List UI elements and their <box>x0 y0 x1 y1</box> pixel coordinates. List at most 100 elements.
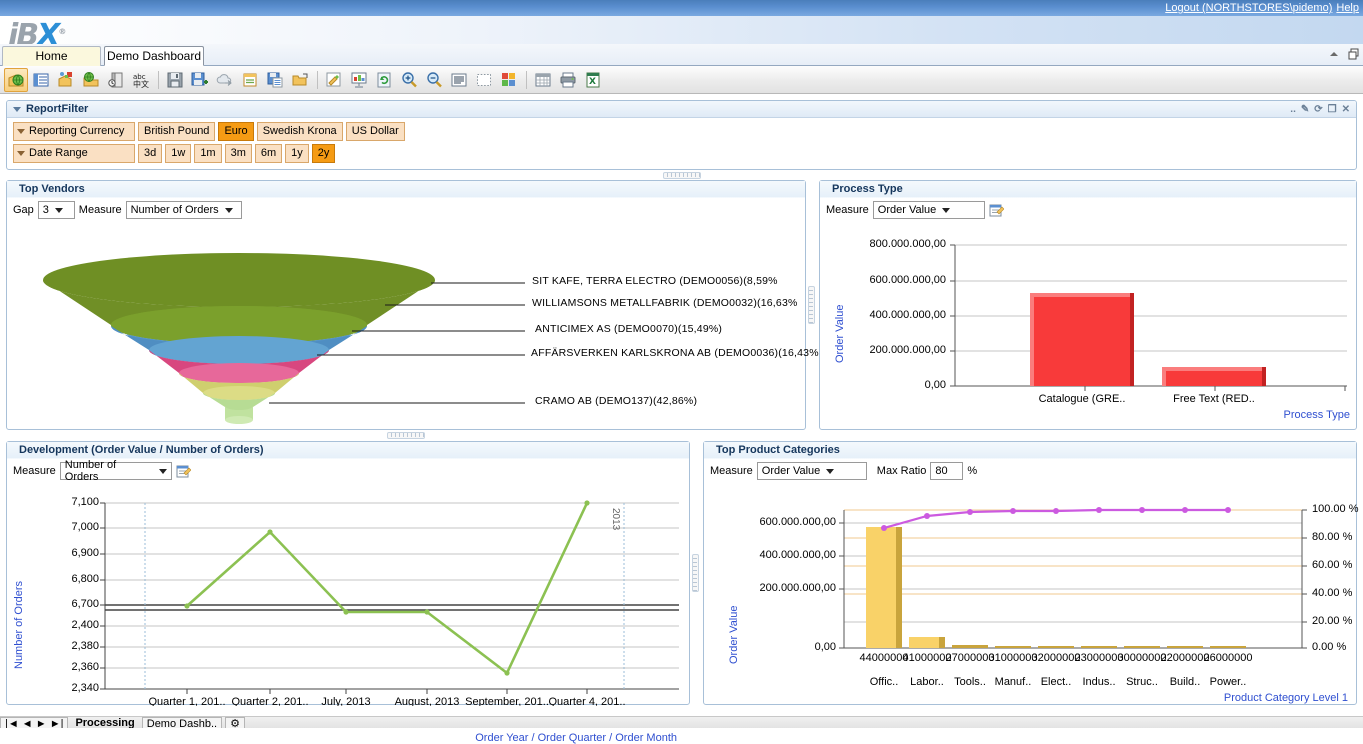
report-filter-title: ReportFilter <box>26 103 89 115</box>
collapse-icon[interactable] <box>1327 47 1341 61</box>
splitter-horizontal-top[interactable] <box>6 172 1357 179</box>
top-product-categories-title: Top Product Categories <box>716 444 840 456</box>
currency-option-british-pound[interactable]: British Pound <box>138 122 216 141</box>
development-ytick-5: 2,400 <box>71 619 99 631</box>
open-folder-icon[interactable] <box>288 68 312 92</box>
currency-option-euro[interactable]: Euro <box>218 122 254 141</box>
measure-label: Measure <box>710 465 753 477</box>
date-range-option-6m[interactable]: 6m <box>254 144 283 163</box>
dots-icon[interactable]: .. <box>1290 104 1296 115</box>
chevron-down-icon[interactable] <box>13 106 21 112</box>
chevron-down-icon[interactable] <box>17 129 25 134</box>
gap-label: Gap <box>13 204 34 216</box>
measure-value: Number of Orders <box>130 204 219 216</box>
filter-label-reporting-currency[interactable]: Reporting Currency <box>13 122 135 141</box>
measure-select-development[interactable]: Number of Orders <box>59 459 172 483</box>
development-header: Development (Order Value / Number of Ord… <box>7 442 689 459</box>
top-vendors-funnel-chart: SIT KAFE, TERRA ELECTRO (DEMO0056)(8,59%… <box>7 225 819 429</box>
translate-abc-icon[interactable]: abc 中文 <box>129 68 153 92</box>
status-field[interactable]: Demo Dashb.. <box>141 717 223 728</box>
date-range-option-1y[interactable]: 1y <box>285 144 309 163</box>
gap-select[interactable]: 3 <box>37 201 75 219</box>
filter-label-date-range[interactable]: Date Range <box>13 144 135 163</box>
nav-pager[interactable]: |◄ ◄ ► ►| <box>0 717 69 728</box>
list-report-icon[interactable] <box>29 68 53 92</box>
export-excel-icon[interactable]: X <box>581 68 605 92</box>
status-icon-button[interactable]: ⚙ <box>225 717 245 728</box>
history-book-icon[interactable] <box>104 68 128 92</box>
currency-option-swedish-krona[interactable]: Swedish Krona <box>256 122 343 141</box>
tab-demo-dashboard[interactable]: Demo Dashboard <box>104 46 204 66</box>
currency-option-us-dollar[interactable]: US Dollar <box>345 122 405 141</box>
development-chart: 7,100 7,000 6,900 6,800 6,700 2,400 2,38… <box>7 484 689 744</box>
chevron-down-icon <box>224 207 233 213</box>
process-type-xtick-0: Catalogue (GRE.. <box>1038 393 1126 405</box>
package-add-icon[interactable] <box>54 68 78 92</box>
measure-select-product-categories[interactable]: Order Value <box>756 462 867 480</box>
send-cloud-icon[interactable] <box>213 68 237 92</box>
measure-label: Measure <box>13 465 56 477</box>
tab-strip: Home Demo Dashboard <box>0 44 1363 66</box>
refresh-icon[interactable] <box>372 68 396 92</box>
refresh-icon[interactable]: ⟳ <box>1314 104 1322 115</box>
process-type-controls: Measure Order Value <box>820 198 1356 219</box>
close-icon[interactable]: ✕ <box>1342 104 1350 115</box>
development-yaxis-label: Number of Orders <box>13 580 25 669</box>
tab-home[interactable]: Home <box>2 46 101 66</box>
splitter-grip[interactable] <box>387 432 425 439</box>
development-panel: Development (Order Value / Number of Ord… <box>6 441 690 744</box>
color-tiles-icon[interactable] <box>497 68 521 92</box>
maximize-icon[interactable]: ❐ <box>1328 104 1337 115</box>
filter-label-text: Date Range <box>29 147 88 159</box>
measure-value: Order Value <box>761 465 821 477</box>
date-range-option-1w[interactable]: 1w <box>165 144 192 163</box>
zoom-out-icon[interactable] <box>422 68 446 92</box>
splitter-vertical-top[interactable] <box>808 180 815 430</box>
measure-select-process-type[interactable]: Order Value <box>872 201 985 219</box>
pencil-icon[interactable]: ✎ <box>1301 104 1309 115</box>
max-ratio-input[interactable]: 80 <box>930 462 964 480</box>
splitter-vertical-bottom[interactable] <box>692 441 699 705</box>
splitter-grip[interactable] <box>692 554 699 592</box>
main-toolbar: abc 中文 X <box>0 66 1363 94</box>
text-lines-icon[interactable] <box>447 68 471 92</box>
report-filter-panel: ReportFilter .. ✎ ⟳ ❐ ✕ Reporting Curren… <box>6 100 1357 170</box>
funnel-label-0: SIT KAFE, TERRA ELECTRO (DEMO0056)(8,59% <box>532 275 778 287</box>
save-document-icon[interactable] <box>263 68 287 92</box>
save-floppy-icon[interactable] <box>163 68 187 92</box>
development-ytick-6: 2,380 <box>71 640 99 652</box>
chart-settings-icon[interactable] <box>989 203 1004 218</box>
help-link[interactable]: Help <box>1336 2 1359 14</box>
splitter-grip[interactable] <box>808 286 815 324</box>
topcat-y2tick-5: 0.00 % <box>1312 641 1347 653</box>
select-area-icon[interactable] <box>472 68 496 92</box>
topcat-ytick-2: 200.000.000,00 <box>759 582 836 594</box>
brand-banner: iBX® <box>0 16 1363 51</box>
save-as-icon[interactable] <box>188 68 212 92</box>
printer-icon[interactable] <box>556 68 580 92</box>
calendar-grid-icon[interactable] <box>531 68 555 92</box>
process-type-xaxis-label[interactable]: Process Type <box>1284 409 1350 421</box>
globe-package-icon[interactable] <box>4 67 28 92</box>
date-range-option-1m[interactable]: 1m <box>194 144 222 163</box>
process-type-title: Process Type <box>832 183 903 195</box>
measure-value: Order Value <box>877 204 937 216</box>
splitter-horizontal-mid[interactable] <box>6 432 806 439</box>
report-filter-header: ReportFilter .. ✎ ⟳ ❐ ✕ <box>7 101 1356 118</box>
date-range-option-2y[interactable]: 2y <box>311 144 336 163</box>
restore-window-icon[interactable] <box>1347 47 1361 61</box>
topcat-xaxis-label[interactable]: Product Category Level 1 <box>1224 692 1348 704</box>
development-xaxis-label[interactable]: Order Year / Order Quarter / Order Month <box>475 732 677 744</box>
splitter-grip[interactable] <box>662 172 701 179</box>
date-range-option-3d[interactable]: 3d <box>138 144 163 163</box>
edit-layout-icon[interactable] <box>322 68 346 92</box>
globe-folder-icon[interactable] <box>79 68 103 92</box>
document-icon[interactable] <box>238 68 262 92</box>
zoom-in-icon[interactable] <box>397 68 421 92</box>
date-range-option-3m[interactable]: 3m <box>224 144 252 163</box>
measure-select-vendors[interactable]: Number of Orders <box>125 201 242 219</box>
chart-settings-icon[interactable] <box>176 464 191 479</box>
logout-link[interactable]: Logout (NORTHSTORES\pidemo) <box>1165 2 1332 14</box>
presentation-chart-icon[interactable] <box>347 68 371 92</box>
chevron-down-icon[interactable] <box>17 151 25 156</box>
